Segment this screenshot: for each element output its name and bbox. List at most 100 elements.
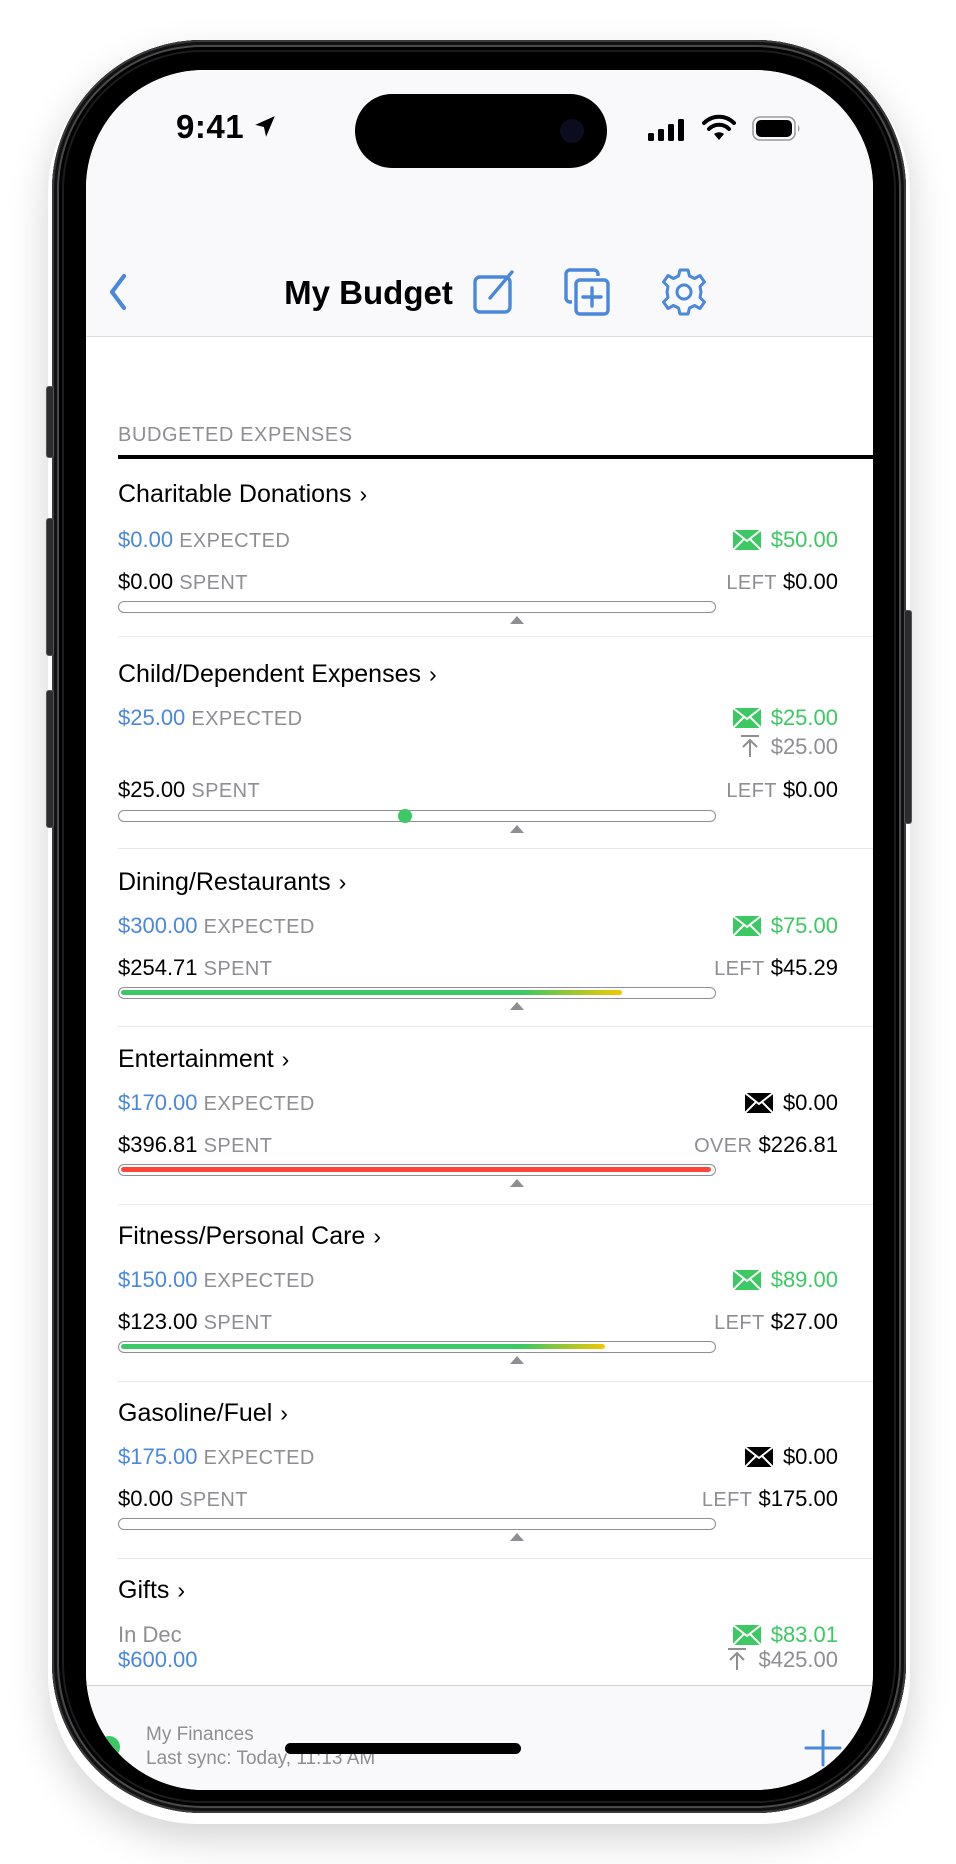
row-divider <box>118 1558 873 1559</box>
volume-up-button <box>46 518 54 656</box>
envelope-amount: $75.00 <box>770 913 838 938</box>
row-divider <box>118 1381 873 1382</box>
expected-amount: $600.00 <box>118 1647 198 1672</box>
battery-icon <box>752 116 800 141</box>
category-title-link[interactable]: Child/Dependent Expenses › <box>118 660 437 689</box>
category-row[interactable]: Gifts › In Dec $600.00 $83.01 $425.00 <box>118 1576 873 1685</box>
chevron-right-icon: › <box>428 661 437 687</box>
progress-fill <box>121 1167 711 1172</box>
compose-button[interactable] <box>470 266 522 318</box>
progress-fill <box>121 990 622 995</box>
settings-button[interactable] <box>658 266 710 318</box>
envelope-amount: $83.01 <box>770 1622 838 1647</box>
section-rule <box>118 455 873 459</box>
category-row[interactable]: Charitable Donations › $0.00 EXPECTED $50… <box>118 480 873 628</box>
duplicate-add-button[interactable] <box>562 266 614 318</box>
remaining-label: LEFT <box>714 1312 765 1334</box>
wifi-icon <box>702 114 736 140</box>
navigation-bar: My Budget <box>86 180 873 337</box>
envelope-empty-icon <box>744 1447 773 1467</box>
chevron-right-icon: › <box>373 1223 381 1249</box>
time-marker <box>510 1002 524 1010</box>
add-button[interactable] <box>803 1728 843 1768</box>
remaining-label: LEFT <box>726 780 777 802</box>
category-name: Gasoline/Fuel <box>118 1399 273 1427</box>
expected-label: EXPECTED <box>179 530 291 552</box>
budget-list[interactable]: BUDGETED EXPENSES Charitable Donations › … <box>86 338 873 1685</box>
category-title-link[interactable]: Dining/Restaurants › <box>118 868 346 897</box>
section-header: BUDGETED EXPENSES <box>118 424 353 446</box>
progress-bar <box>118 1164 716 1176</box>
expected-amount: $0.00 <box>118 527 174 552</box>
remaining-label: LEFT <box>726 572 777 594</box>
expected-label: EXPECTED <box>203 1093 315 1115</box>
row-divider <box>118 1026 873 1027</box>
remaining-amount: $0.00 <box>782 569 838 594</box>
envelope-icon <box>732 708 761 728</box>
account-name: My Finances <box>146 1724 254 1745</box>
home-indicator[interactable] <box>285 1743 521 1754</box>
expected-amount: $175.00 <box>118 1444 198 1469</box>
expected-label: EXPECTED <box>203 1270 315 1292</box>
envelope-icon <box>732 530 761 550</box>
spent-amount: $25.00 <box>118 777 186 802</box>
category-row[interactable]: Dining/Restaurants › $300.00 EXPECTED $75… <box>118 868 873 1018</box>
expected-amount: $25.00 <box>118 705 186 730</box>
remaining-label: OVER <box>694 1135 753 1157</box>
rollover-arrow-icon <box>728 1648 747 1670</box>
expected-amount: $150.00 <box>118 1267 198 1292</box>
category-title-link[interactable]: Charitable Donations › <box>118 480 367 509</box>
expected-amount: $300.00 <box>118 913 198 938</box>
expected-label: EXPECTED <box>203 916 315 938</box>
location-arrow-icon <box>255 116 275 137</box>
envelope-amount: $25.00 <box>770 705 838 730</box>
spent-amount: $0.00 <box>118 569 174 594</box>
spent-label: SPENT <box>179 1489 248 1511</box>
expected-label: EXPECTED <box>203 1447 315 1469</box>
remaining-label: LEFT <box>701 1489 753 1511</box>
chevron-right-icon: › <box>281 1046 290 1072</box>
category-row[interactable]: Fitness/Personal Care › $150.00 EXPECTED … <box>118 1222 873 1372</box>
nav-divider <box>86 336 873 337</box>
rollover-amount: $425.00 <box>758 1647 838 1672</box>
expected-amount: $170.00 <box>118 1090 198 1115</box>
envelope-icon <box>732 1625 761 1645</box>
spent-label: SPENT <box>191 780 261 802</box>
envelope-empty-icon <box>744 1093 773 1113</box>
progress-bar <box>118 810 716 822</box>
envelope-amount: $0.00 <box>782 1090 838 1115</box>
category-title-link[interactable]: Fitness/Personal Care › <box>118 1222 381 1251</box>
expected-label: EXPECTED <box>191 708 303 730</box>
time-marker <box>510 825 524 833</box>
category-title-link[interactable]: Entertainment › <box>118 1045 289 1074</box>
camera-icon <box>560 119 584 143</box>
time-marker <box>510 1179 524 1187</box>
remaining-amount: $175.00 <box>758 1486 838 1511</box>
screen: 9:41 My Budget BUDGETED EXPENSES Charita… <box>86 70 873 1790</box>
status-bar: 9:41 <box>86 70 873 180</box>
progress-fill <box>121 1344 605 1349</box>
dynamic-island <box>355 94 607 168</box>
category-name: Entertainment <box>118 1045 274 1073</box>
volume-down-button <box>46 690 54 828</box>
time-marker <box>510 1356 524 1364</box>
chevron-right-icon: › <box>177 1577 186 1603</box>
time-marker <box>510 616 524 624</box>
category-row[interactable]: Child/Dependent Expenses › $25.00 EXPECTE… <box>118 660 873 836</box>
envelope-icon <box>732 916 761 936</box>
progress-bar <box>118 1341 716 1353</box>
power-button <box>904 610 912 824</box>
envelope-amount: $89.00 <box>770 1267 838 1292</box>
chevron-right-icon: › <box>338 869 347 895</box>
category-row[interactable]: Entertainment › $170.00 EXPECTED $0.00 $3… <box>118 1045 873 1195</box>
spent-label: SPENT <box>203 1135 273 1157</box>
action-button <box>46 386 54 458</box>
cellular-signal-icon <box>648 119 684 141</box>
category-name: Fitness/Personal Care <box>118 1222 366 1250</box>
spent-amount: $396.81 <box>118 1132 198 1157</box>
category-title-link[interactable]: Gifts › <box>118 1576 185 1605</box>
category-title-link[interactable]: Gasoline/Fuel › <box>118 1399 288 1428</box>
category-row[interactable]: Gasoline/Fuel › $175.00 EXPECTED $0.00 $0… <box>118 1399 873 1549</box>
remaining-amount: $27.00 <box>770 1309 838 1334</box>
spent-label: SPENT <box>179 572 248 594</box>
